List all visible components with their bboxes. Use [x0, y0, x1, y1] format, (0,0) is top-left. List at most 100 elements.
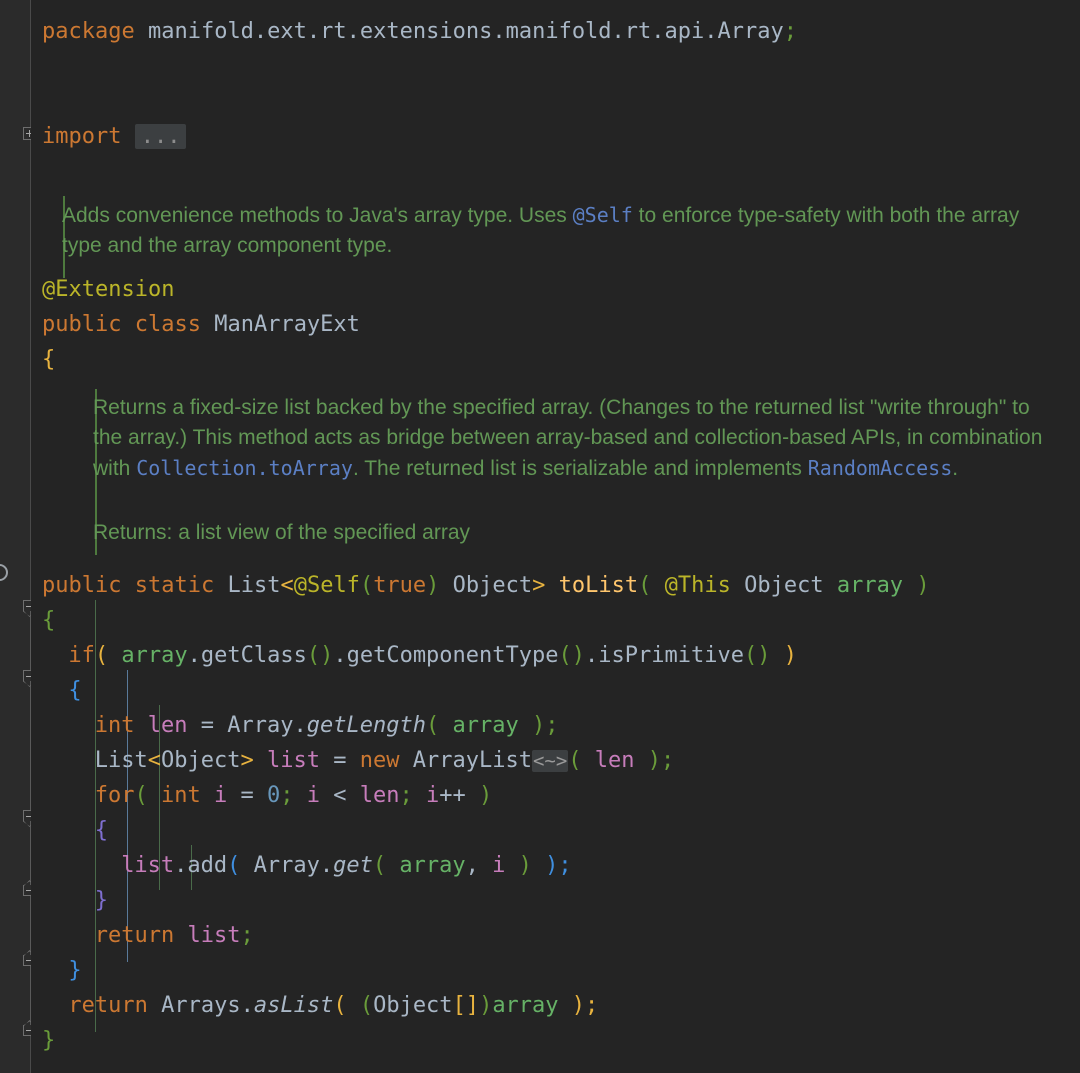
method-signature-token-14: (: [638, 573, 652, 598]
decl-list-token-5: list: [267, 748, 320, 773]
for-statement-token-3: int: [161, 783, 201, 808]
method-signature-token-1: [121, 573, 134, 598]
list-add-token-3: Array.: [240, 853, 334, 878]
line-list-add[interactable]: list.add( Array.get( array, i ) );: [121, 848, 571, 883]
line-package[interactable]: package manifold.ext.rt.extensions.manif…: [42, 14, 797, 49]
for-statement-token-11: [294, 783, 307, 808]
extension-annotation[interactable]: @Extension: [42, 277, 174, 302]
line-method-open-brace[interactable]: {: [42, 603, 55, 638]
if-statement-token-7: (): [558, 643, 586, 668]
return-aslist-token-1: Arrays.: [147, 993, 254, 1018]
method-signature-token-7: (: [359, 573, 374, 598]
return-aslist-token-6: Object: [373, 993, 453, 1018]
code-editor[interactable]: package manifold.ext.rt.extensions.manif…: [0, 0, 1080, 1073]
return-list-token-0: return: [94, 923, 175, 948]
class-name: ManArrayExt: [214, 312, 360, 337]
line-class-annotation[interactable]: @Extension: [42, 272, 174, 307]
list-add-token-15: ;: [558, 853, 572, 878]
decl-list-token-6: [320, 748, 333, 773]
list-add-token-9: [479, 853, 492, 878]
line-method-signature[interactable]: public static List<@Self(true) Object> t…: [42, 568, 930, 603]
method-signature-token-13: toList: [558, 573, 639, 598]
method-doc-text-2: . The returned list is serializable and …: [352, 457, 808, 480]
class-open-brace: {: [42, 347, 56, 372]
method-signature-token-2: static: [134, 573, 215, 598]
return-list-token-2: list: [187, 923, 241, 948]
method-signature-token-0: public: [42, 573, 122, 598]
line-if-statement[interactable]: if( array.getClass().getComponentType().…: [68, 638, 797, 673]
method-signature-token-9: ): [426, 573, 440, 598]
line-return-aslist[interactable]: return Arrays.asList( (Object[])array );: [68, 988, 598, 1023]
method-signature-token-12: [545, 573, 558, 598]
if-statement-token-9: (): [743, 643, 771, 668]
decl-len-token-7: (: [425, 713, 440, 738]
method-signature-token-18: array: [836, 573, 904, 598]
line-return-list[interactable]: return list;: [95, 918, 254, 953]
line-decl-list[interactable]: List<Object> list = new ArrayList<~>( le…: [95, 743, 674, 778]
decl-len-token-10: [519, 713, 532, 738]
decl-len-token-4: =: [200, 713, 215, 738]
line-if-close-brace[interactable]: }: [68, 953, 81, 988]
list-add-token-8: ,: [465, 853, 479, 878]
list-add-token-5: (: [372, 853, 387, 878]
if-statement-token-2: [108, 643, 121, 668]
editor-gutter[interactable]: [0, 0, 31, 1073]
if-open-brace-token-0: {: [68, 678, 82, 703]
line-for-statement[interactable]: for( int i = 0; i < len; i++ ): [95, 778, 493, 813]
method-signature-token-20: ): [916, 573, 930, 598]
line-class-open-brace: {: [42, 342, 55, 377]
if-statement-token-5: (): [306, 643, 334, 668]
code-content[interactable]: package manifold.ext.rt.extensions.manif…: [31, 0, 1080, 1073]
line-import[interactable]: import ...: [42, 119, 187, 154]
for-close-brace-token-0: }: [94, 888, 109, 913]
method-signature-token-16: @This: [664, 573, 731, 598]
decl-len-token-2: len: [147, 713, 188, 738]
import-keyword: import: [42, 124, 122, 149]
line-method-close-brace[interactable]: }: [42, 1023, 55, 1058]
decl-len-token-1: [135, 713, 148, 738]
list-add-token-14: ): [545, 853, 559, 878]
line-class-declaration[interactable]: public class ManArrayExt: [42, 307, 360, 342]
package-keyword: package: [42, 19, 135, 44]
if-statement-token-6: .getComponentType: [333, 643, 559, 668]
method-doc-link-randomaccess[interactable]: RandomAccess: [808, 456, 953, 480]
return-list-token-3: ;: [240, 923, 254, 948]
for-statement-token-0: for: [94, 783, 135, 808]
if-statement-token-4: .getClass: [187, 643, 307, 668]
return-aslist-token-3: (: [333, 993, 347, 1018]
line-if-open-brace[interactable]: {: [68, 673, 81, 708]
for-open-brace-token-0: {: [94, 818, 109, 843]
line-for-close-brace[interactable]: }: [95, 883, 108, 918]
method-doc-returns: Returns: a list view of the specified ar…: [93, 521, 470, 544]
decl-list-token-4: [254, 748, 267, 773]
if-statement-token-8: .isPrimitive: [585, 643, 744, 668]
list-add-token-12: ): [518, 853, 532, 878]
method-doc-link-collection[interactable]: Collection.toArray: [136, 456, 353, 480]
if-statement-token-0: if: [68, 643, 95, 668]
decl-len-token-3: [188, 713, 201, 738]
method-doc-text-3: .: [952, 457, 959, 480]
method-javadoc: Returns a fixed-size list backed by the …: [93, 393, 1048, 484]
package-semicolon: ;: [783, 19, 797, 44]
decl-len-token-5: Array.: [214, 713, 307, 738]
for-statement-token-18: [413, 783, 426, 808]
method-signature-token-15: [651, 573, 664, 598]
for-statement-token-8: [254, 783, 267, 808]
if-statement-token-3: array: [121, 643, 188, 668]
import-folded-placeholder[interactable]: ...: [134, 124, 187, 149]
class-keyword: class: [134, 312, 201, 337]
decl-list-token-3: >: [240, 748, 254, 773]
for-statement-token-17: ;: [399, 783, 413, 808]
return-aslist-token-7: []: [452, 993, 480, 1018]
decl-list-token-11: <~>: [531, 750, 569, 772]
class-doc-link-self[interactable]: @Self: [573, 203, 633, 227]
return-aslist-token-2: asList: [253, 993, 334, 1018]
class-javadoc: Adds convenience methods to Java's array…: [62, 200, 1022, 261]
for-statement-token-5: i: [214, 783, 228, 808]
return-aslist-token-10: [559, 993, 572, 1018]
return-list-token-1: [174, 923, 187, 948]
line-decl-len[interactable]: int len = Array.getLength( array );: [95, 708, 559, 743]
line-for-open-brace[interactable]: {: [95, 813, 108, 848]
class-modifier: public: [42, 312, 122, 337]
decl-list-token-12: (: [568, 748, 582, 773]
